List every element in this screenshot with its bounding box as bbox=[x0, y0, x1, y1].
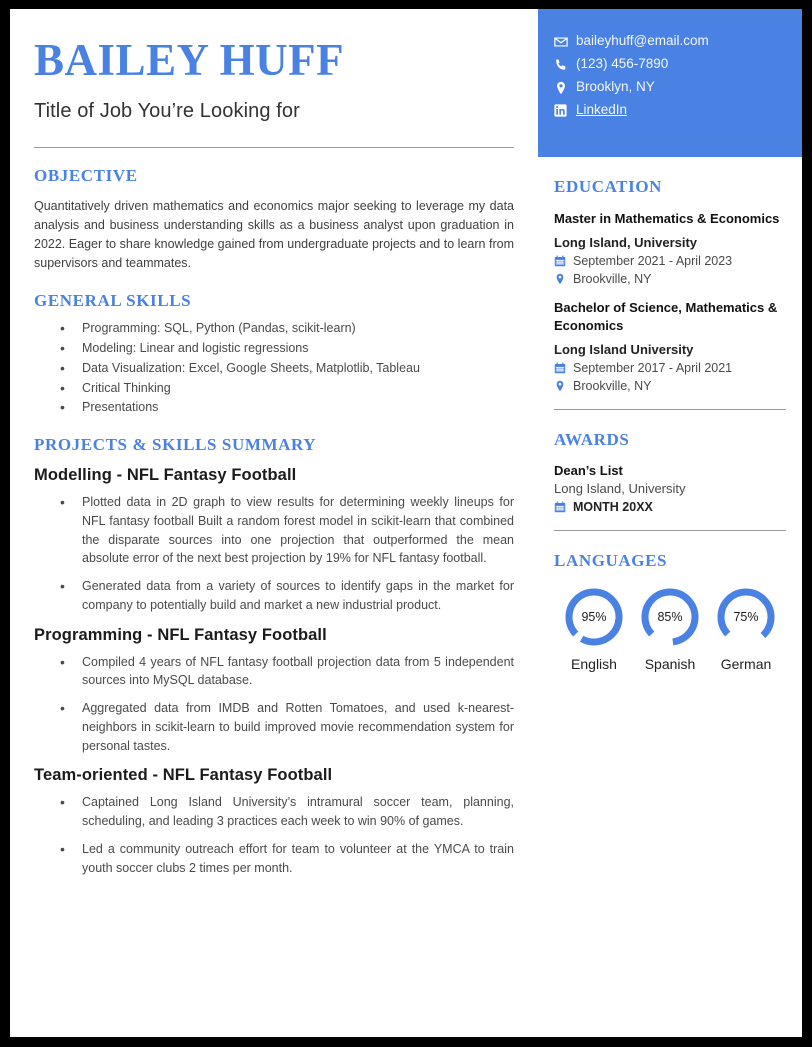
education-divider bbox=[554, 409, 786, 411]
resume-page: BAILEY HUFF Title of Job You’re Looking … bbox=[10, 9, 802, 1037]
award-name: Dean’s List bbox=[554, 463, 623, 479]
education-location-row: Brookville, NY bbox=[554, 379, 786, 393]
calendar-icon bbox=[554, 255, 573, 267]
map-pin-icon bbox=[554, 81, 576, 95]
list-item: Data Visualization: Excel, Google Sheets… bbox=[56, 358, 514, 379]
section-heading-objective: OBJECTIVE bbox=[34, 166, 138, 186]
contact-block: baileyhuff@email.com (123) 456-7890 Broo… bbox=[538, 9, 802, 157]
project-group: Team-oriented - NFL Fantasy Football Cap… bbox=[34, 766, 514, 877]
education-location: Brookville, NY bbox=[573, 272, 652, 287]
section-heading-general-skills: GENERAL SKILLS bbox=[34, 291, 192, 311]
award-date-row: MONTH 20XX bbox=[554, 500, 786, 514]
language-donut-chart: 85% bbox=[638, 585, 702, 649]
list-item: Generated data from a variety of sources… bbox=[56, 576, 514, 615]
award-date: MONTH 20XX bbox=[573, 500, 653, 515]
language-percent: 95% bbox=[581, 610, 607, 625]
envelope-icon bbox=[554, 35, 576, 49]
list-item: Captained Long Island University’s intra… bbox=[56, 792, 514, 831]
calendar-icon bbox=[554, 501, 573, 513]
calendar-icon bbox=[554, 362, 573, 374]
project-title: Programming - NFL Fantasy Football bbox=[34, 625, 327, 644]
award-entry: Dean’s List Long Island, University MONT… bbox=[554, 463, 786, 514]
left-column: BAILEY HUFF Title of Job You’re Looking … bbox=[10, 9, 538, 1037]
language-item-english: 95% English bbox=[556, 585, 632, 672]
languages-row: 95% English 85% Spanish 75% German bbox=[554, 585, 786, 672]
project-group: Programming - NFL Fantasy Football Compi… bbox=[34, 626, 514, 756]
list-item: Presentations bbox=[56, 397, 514, 418]
header-divider bbox=[34, 147, 514, 149]
project-bullets: Plotted data in 2D graph to view results… bbox=[34, 492, 514, 615]
map-pin-icon bbox=[554, 273, 573, 285]
list-item: Critical Thinking bbox=[56, 378, 514, 399]
education-dates-row: September 2017 - April 2021 bbox=[554, 361, 786, 375]
candidate-name: BAILEY HUFF bbox=[34, 35, 345, 85]
section-heading-projects: PROJECTS & SKILLS SUMMARY bbox=[34, 435, 317, 454]
project-group: Modelling - NFL Fantasy Football Plotted… bbox=[34, 466, 514, 615]
language-donut-chart: 95% bbox=[562, 585, 626, 649]
section-languages: LANGUAGES 95% English 85% Spanish 75% Ge… bbox=[554, 551, 786, 672]
linkedin-icon bbox=[554, 104, 576, 117]
list-item: Programming: SQL, Python (Pandas, scikit… bbox=[56, 318, 514, 339]
language-percent: 75% bbox=[733, 610, 759, 625]
list-item: Led a community outreach effort for team… bbox=[56, 839, 514, 878]
contact-email: baileyhuff@email.com bbox=[576, 33, 709, 49]
list-item: Modeling: Linear and logistic regression… bbox=[56, 338, 514, 359]
education-dates-row: September 2021 - April 2023 bbox=[554, 254, 786, 268]
language-item-spanish: 85% Spanish bbox=[632, 585, 708, 672]
education-location: Brookville, NY bbox=[573, 379, 652, 394]
education-entry: Master in Mathematics & Economics Long I… bbox=[554, 210, 786, 286]
contact-row-phone[interactable]: (123) 456-7890 bbox=[554, 54, 802, 75]
education-school: Long Island, University bbox=[554, 235, 698, 251]
list-item: Compiled 4 years of NFL fantasy football… bbox=[56, 652, 514, 691]
objective-body: Quantitatively driven mathematics and ec… bbox=[34, 199, 514, 271]
education-school: Long Island University bbox=[554, 342, 694, 358]
language-percent: 85% bbox=[657, 610, 683, 625]
project-bullets: Compiled 4 years of NFL fantasy football… bbox=[34, 652, 514, 756]
list-item: Plotted data in 2D graph to view results… bbox=[56, 492, 514, 568]
language-donut-chart: 75% bbox=[714, 585, 778, 649]
education-location-row: Brookville, NY bbox=[554, 272, 786, 286]
awards-divider bbox=[554, 530, 786, 532]
contact-row-location[interactable]: Brooklyn, NY bbox=[554, 77, 802, 98]
general-skills-list: Programming: SQL, Python (Pandas, scikit… bbox=[34, 318, 514, 418]
contact-phone: (123) 456-7890 bbox=[576, 56, 669, 72]
section-heading-awards: AWARDS bbox=[554, 430, 630, 450]
contact-location: Brooklyn, NY bbox=[576, 79, 655, 95]
section-projects: PROJECTS & SKILLS SUMMARY Modelling - NF… bbox=[34, 435, 514, 877]
candidate-job-title: Title of Job You’re Looking for bbox=[34, 100, 300, 123]
map-pin-icon bbox=[554, 380, 573, 392]
contact-row-linkedin[interactable]: LinkedIn bbox=[554, 100, 802, 121]
award-organization: Long Island, University bbox=[554, 481, 686, 497]
education-degree: Bachelor of Science, Mathematics & Econo… bbox=[554, 300, 778, 333]
language-item-german: 75% German bbox=[708, 585, 784, 672]
project-title: Modelling - NFL Fantasy Football bbox=[34, 466, 297, 484]
right-column: baileyhuff@email.com (123) 456-7890 Broo… bbox=[538, 9, 802, 1037]
list-item: Aggregated data from IMDB and Rotten Tom… bbox=[56, 698, 514, 755]
section-general-skills: GENERAL SKILLS Programming: SQL, Python … bbox=[34, 291, 514, 418]
education-degree: Master in Mathematics & Economics bbox=[554, 211, 780, 226]
section-awards: AWARDS Dean’s List Long Island, Universi… bbox=[554, 430, 786, 532]
project-bullets: Captained Long Island University’s intra… bbox=[34, 792, 514, 878]
section-education: EDUCATION Master in Mathematics & Econom… bbox=[554, 177, 786, 411]
education-entry: Bachelor of Science, Mathematics & Econo… bbox=[554, 299, 786, 393]
section-heading-education: EDUCATION bbox=[554, 177, 663, 196]
contact-linkedin[interactable]: LinkedIn bbox=[576, 102, 627, 118]
education-dates: September 2021 - April 2023 bbox=[573, 254, 733, 269]
contact-row-email[interactable]: baileyhuff@email.com bbox=[554, 31, 802, 52]
page-frame: BAILEY HUFF Title of Job You’re Looking … bbox=[0, 0, 812, 1047]
right-column-inner: EDUCATION Master in Mathematics & Econom… bbox=[538, 177, 802, 672]
education-dates: September 2017 - April 2021 bbox=[573, 361, 733, 376]
phone-icon bbox=[554, 58, 576, 72]
section-heading-languages: LANGUAGES bbox=[554, 551, 668, 571]
section-objective: OBJECTIVE Quantitatively driven mathemat… bbox=[34, 166, 514, 273]
project-title: Team-oriented - NFL Fantasy Football bbox=[34, 766, 333, 785]
